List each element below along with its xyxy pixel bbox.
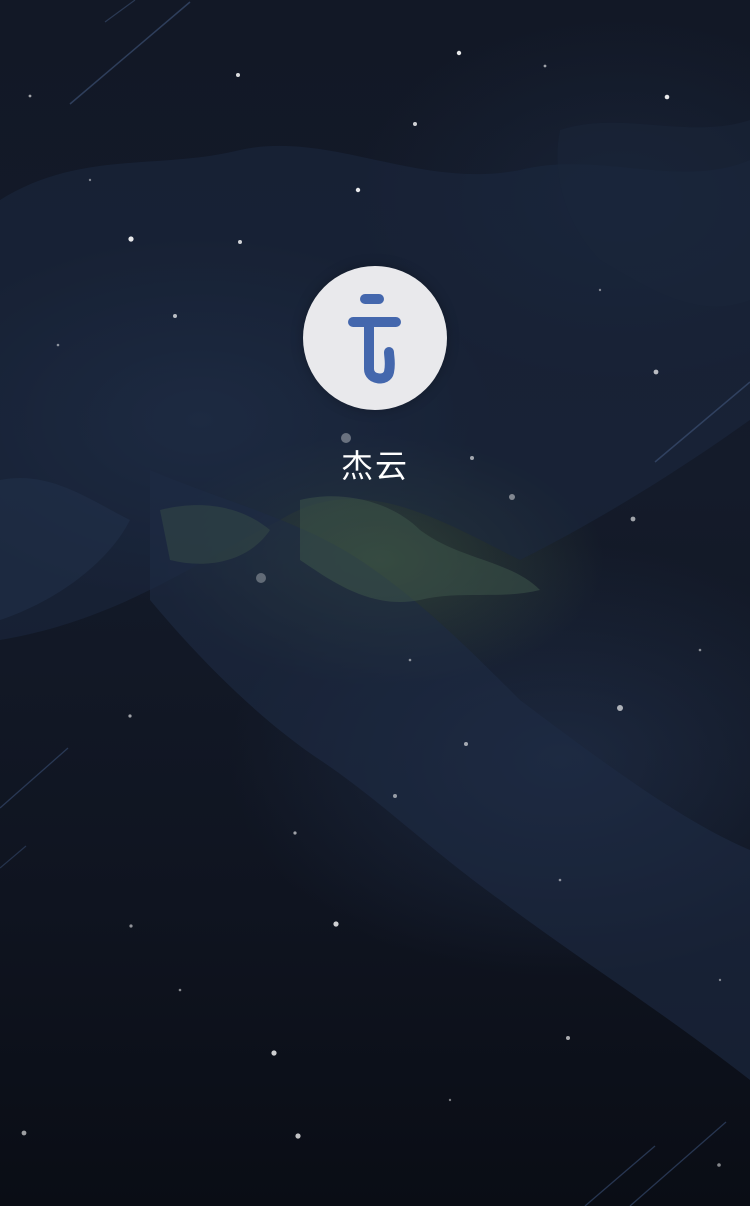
jieyun-logo-icon (348, 294, 401, 384)
splash-screen: 杰云 (0, 0, 750, 1206)
app-logo (303, 266, 447, 410)
app-name: 杰云 (340, 447, 409, 485)
starry-nebula-background (0, 0, 750, 1206)
